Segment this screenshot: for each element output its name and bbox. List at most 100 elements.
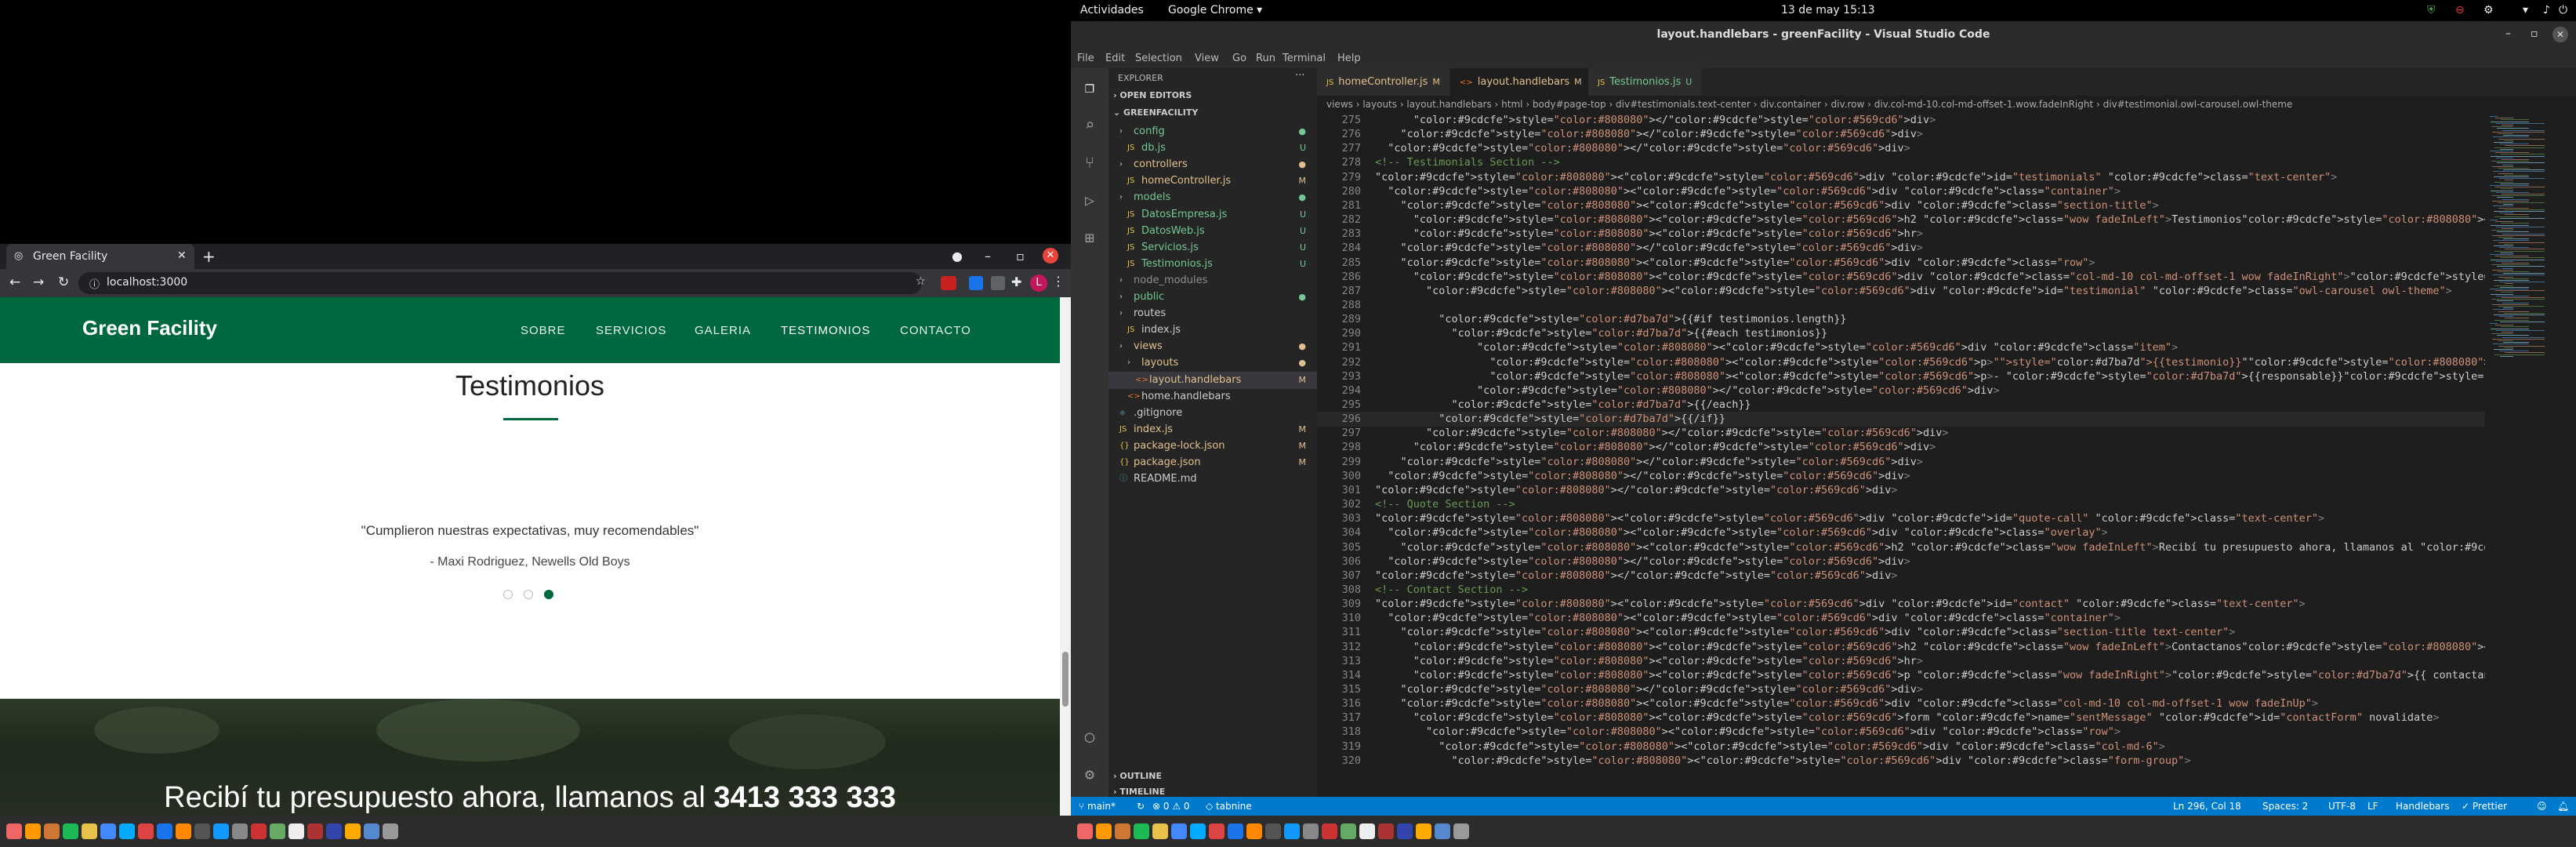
taskbar-app-icon[interactable]: [1284, 823, 1300, 839]
sync-icon[interactable]: ↻: [1137, 797, 1145, 816]
taskbar-app-icon[interactable]: [6, 823, 22, 839]
taskbar-app-icon[interactable]: [364, 823, 379, 839]
shield-icon[interactable]: ⛨: [2427, 4, 2436, 16]
taskbar-app-icon[interactable]: [100, 823, 116, 839]
tree-item-datosweb-js[interactable]: JS DatosWeb.js U: [1108, 223, 1317, 240]
back-icon[interactable]: ←: [9, 274, 20, 290]
run-debug-icon[interactable]: ▷: [1080, 191, 1099, 209]
taskbar-app-icon[interactable]: [1246, 823, 1262, 839]
tab-search-icon[interactable]: ●: [952, 249, 963, 264]
puzzle-icon[interactable]: ✚: [1011, 274, 1021, 289]
close-tab-icon[interactable]: ✕: [177, 249, 187, 262]
taskbar-app-icon[interactable]: [1322, 823, 1337, 839]
search-icon[interactable]: ⌕: [1080, 115, 1099, 134]
taskbar-app-icon[interactable]: [63, 823, 78, 839]
menu-item-help[interactable]: Help: [1337, 53, 1361, 64]
taskbar-app-icon[interactable]: [251, 823, 267, 839]
nav-testimonios[interactable]: TESTIMONIOS: [781, 324, 870, 337]
carousel-dot-active[interactable]: [544, 590, 553, 599]
taskbar-app-icon[interactable]: [1115, 823, 1130, 839]
taskbar-app-icon[interactable]: [1171, 823, 1187, 839]
taskbar-app-icon[interactable]: [1152, 823, 1168, 839]
nav-servicios[interactable]: SERVICIOS: [596, 324, 666, 337]
menu-item-edit[interactable]: Edit: [1105, 53, 1125, 64]
eol[interactable]: LF: [2367, 797, 2378, 816]
tree-item-layout-handlebars[interactable]: <> layout.handlebars M: [1108, 371, 1317, 389]
outline-header[interactable]: › OUTLINE: [1113, 771, 1162, 781]
kebab-menu-icon[interactable]: ⋮: [1052, 274, 1065, 289]
menu-item-go[interactable]: Go: [1232, 53, 1246, 64]
manage-gear-icon[interactable]: ⚙: [1080, 765, 1099, 783]
taskbar-app-icon[interactable]: [44, 823, 60, 839]
tree-item-testimonios-js[interactable]: JS Testimonios.js U: [1108, 256, 1317, 273]
tree-item-package-lock-json[interactable]: {} package-lock.json M: [1108, 438, 1317, 455]
taskbar-app-icon[interactable]: [25, 823, 41, 839]
nav-contacto[interactable]: CONTACTO: [900, 324, 971, 337]
tree-item-index-js[interactable]: JS index.js: [1108, 322, 1317, 339]
taskbar-app-icon[interactable]: [138, 823, 154, 839]
project-header[interactable]: ⌄ GREENFACILITY: [1113, 107, 1198, 118]
minimap[interactable]: [2485, 113, 2576, 797]
tree-item-readme-md[interactable]: ⓘ README.md: [1108, 471, 1317, 488]
site-brand[interactable]: Green Facility: [82, 316, 217, 340]
editor-tab[interactable]: JS homeController.js M: [1317, 68, 1449, 96]
sound-icon[interactable]: ♪: [2543, 4, 2550, 16]
prettier-indicator[interactable]: ✓ Prettier: [2462, 797, 2507, 816]
tree-item-package-json[interactable]: {} package.json M: [1108, 454, 1317, 471]
extension-icon[interactable]: [991, 276, 1005, 290]
tree-item--gitignore[interactable]: ◆ .gitignore: [1108, 405, 1317, 422]
forward-icon[interactable]: →: [33, 274, 44, 290]
cursor-position[interactable]: Ln 296, Col 18: [2173, 797, 2241, 816]
source-control-icon[interactable]: ⑂: [1080, 153, 1099, 172]
taskbar-app-icon[interactable]: [1190, 823, 1206, 839]
taskbar-app-icon[interactable]: [213, 823, 229, 839]
bookmark-star-icon[interactable]: ☆: [916, 275, 926, 288]
editor-tab[interactable]: <> layout.handlebars M: [1450, 68, 1591, 96]
minimize-icon[interactable]: –: [2505, 27, 2511, 40]
indentation[interactable]: Spaces: 2: [2262, 797, 2308, 816]
nav-galeria[interactable]: GALERIA: [695, 324, 751, 337]
taskbar-app-icon[interactable]: [1265, 823, 1281, 839]
app-menu[interactable]: Google Chrome ▾: [1168, 4, 1262, 16]
timeline-header[interactable]: › TIMELINE: [1113, 787, 1165, 797]
tree-item-db-js[interactable]: JS db.js U: [1108, 140, 1317, 157]
problems-indicator[interactable]: ⊗ 0 ⚠ 0: [1152, 797, 1190, 816]
bell-icon[interactable]: 🔔︎: [2557, 797, 2569, 816]
taskbar-app-icon[interactable]: [288, 823, 304, 839]
taskbar-app-icon[interactable]: [1134, 823, 1149, 839]
taskbar-app-icon[interactable]: [383, 823, 398, 839]
menu-item-view[interactable]: View: [1195, 53, 1219, 64]
taskbar-app-icon[interactable]: [82, 823, 97, 839]
taskbar-app-icon[interactable]: [345, 823, 361, 839]
taskbar-app-icon[interactable]: [1077, 823, 1093, 839]
taskbar-app-icon[interactable]: [1416, 823, 1431, 839]
tree-item-models[interactable]: › models ●: [1108, 189, 1317, 206]
taskbar-app-icon[interactable]: [119, 823, 135, 839]
more-actions-icon[interactable]: ···: [1295, 70, 1304, 82]
breadcrumb[interactable]: views › layouts › layout.handlebars › ht…: [1317, 96, 2576, 113]
taskbar-app-icon[interactable]: [157, 823, 172, 839]
menu-item-selection[interactable]: Selection: [1135, 53, 1182, 64]
taskbar-app-icon[interactable]: [270, 823, 285, 839]
taskbar-app-icon[interactable]: [1359, 823, 1375, 839]
taskbar-app-icon[interactable]: [1453, 823, 1469, 839]
tree-item-layouts[interactable]: › layouts ●: [1108, 354, 1317, 372]
taskbar-app-icon[interactable]: [1303, 823, 1319, 839]
taskbar-app-icon[interactable]: [1341, 823, 1356, 839]
carousel-dot[interactable]: [524, 590, 533, 599]
language-mode[interactable]: Handlebars: [2396, 797, 2449, 816]
extensions-icon[interactable]: ⊞: [1080, 228, 1099, 247]
tree-item-index-js[interactable]: JS index.js M: [1108, 421, 1317, 438]
tree-item-views[interactable]: › views ●: [1108, 338, 1317, 355]
encoding[interactable]: UTF-8: [2328, 797, 2356, 816]
menu-item-file[interactable]: File: [1077, 53, 1094, 64]
tree-item-controllers[interactable]: › controllers ●: [1108, 156, 1317, 173]
open-editors-header[interactable]: › OPEN EDITORS: [1113, 90, 1192, 100]
reload-icon[interactable]: ↻: [58, 274, 69, 290]
settings-icon[interactable]: ⚙: [2483, 4, 2494, 16]
taskbar-app-icon[interactable]: [326, 823, 342, 839]
account-icon[interactable]: ◯: [1080, 727, 1099, 746]
minimize-icon[interactable]: –: [985, 249, 991, 264]
profile-avatar[interactable]: L: [1030, 274, 1047, 292]
taskbar-app-icon[interactable]: [1209, 823, 1225, 839]
